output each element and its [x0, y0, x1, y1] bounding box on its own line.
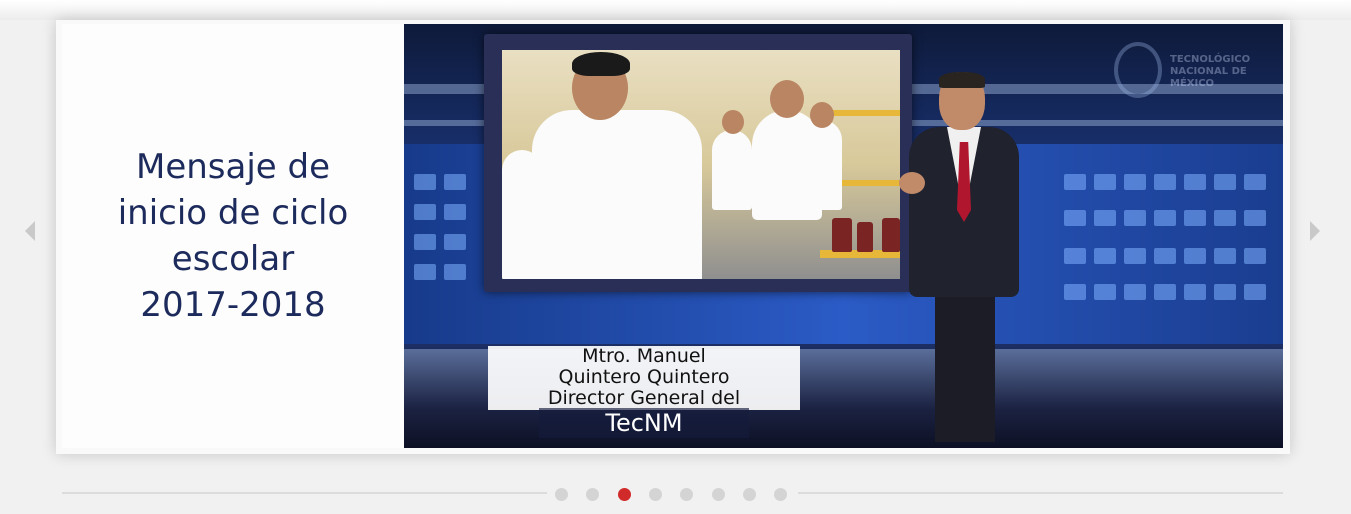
caption-line: TecNM [539, 408, 749, 438]
caption-line: Quintero Quintero [558, 366, 730, 388]
lab-photo [502, 50, 900, 279]
slide-title-panel: Mensaje de inicio de ciclo escolar 2017-… [62, 24, 404, 448]
slide[interactable]: Mensaje de inicio de ciclo escolar 2017-… [62, 24, 1283, 448]
pager-divider [798, 492, 1283, 494]
pager-dot[interactable] [555, 488, 568, 501]
pager-dot-active[interactable] [617, 488, 631, 501]
pager-dot[interactable] [742, 488, 756, 501]
video-monitor [484, 34, 912, 292]
lower-third-caption: Mtro. Manuel Quintero Quintero Director … [488, 346, 800, 410]
pager-dot[interactable] [586, 488, 600, 501]
pager-dot[interactable] [680, 488, 694, 501]
watermark: TECNOLÓGICO NACIONAL DE MÉXICO [1114, 34, 1274, 104]
slide-title: Mensaje de inicio de ciclo escolar 2017-… [117, 147, 349, 325]
pager-dot[interactable] [774, 488, 788, 501]
chevron-right-icon[interactable] [1310, 221, 1320, 241]
pager-dot[interactable] [711, 488, 725, 501]
top-band [0, 0, 1351, 20]
presenter-figure [899, 72, 1029, 448]
pager-dot[interactable] [648, 488, 662, 501]
caption-line: Director General del [547, 387, 741, 409]
caption-line: Mtro. Manuel [582, 345, 706, 367]
tecnm-logo-icon [1114, 42, 1162, 98]
watermark-text: TECNOLÓGICO NACIONAL DE MÉXICO [1170, 54, 1251, 89]
chevron-left-icon[interactable] [25, 221, 35, 241]
video-still-image: TECNOLÓGICO NACIONAL DE MÉXICO Mtro. Man… [404, 24, 1283, 448]
pager-divider [62, 492, 547, 494]
